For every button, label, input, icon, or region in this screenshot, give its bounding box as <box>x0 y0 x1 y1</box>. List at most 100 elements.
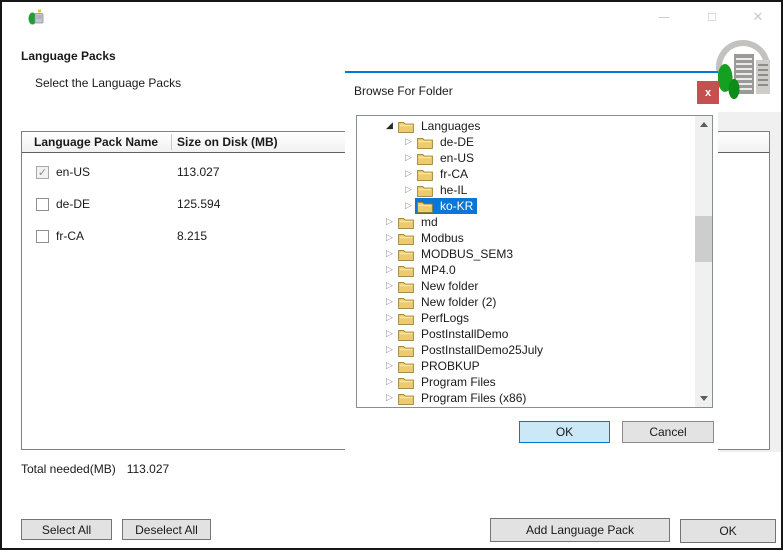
tree-item-he-IL[interactable]: ▷he-IL <box>357 182 712 198</box>
tree-node[interactable]: md <box>396 214 442 230</box>
select-all-button[interactable]: Select All <box>21 519 112 540</box>
folder-icon <box>396 360 421 373</box>
tree-item-MP4.0[interactable]: ▷MP4.0 <box>357 262 712 278</box>
tree-node[interactable]: he-IL <box>415 182 471 198</box>
expand-closed-icon[interactable]: ▷ <box>383 406 396 408</box>
language-packs-window: — ☐ ✕ Language Packs Select the Language… <box>0 0 783 550</box>
language-checkbox[interactable] <box>36 230 49 243</box>
expand-closed-icon[interactable]: ▷ <box>383 310 396 326</box>
total-needed-label: Total needed(MB) <box>21 462 116 476</box>
maximize-button[interactable]: ☐ <box>700 6 724 28</box>
language-name: fr-CA <box>56 229 84 243</box>
page-title: Language Packs <box>21 49 116 63</box>
dialog-ok-button[interactable]: OK <box>519 421 610 443</box>
scrollbar-up-arrow-icon[interactable] <box>695 116 712 133</box>
tree-node[interactable]: Program Files (x86) <box>396 390 530 406</box>
tree-item-Languages[interactable]: ◢ Languages <box>357 118 712 134</box>
expand-closed-icon[interactable]: ▷ <box>402 134 415 150</box>
expand-closed-icon[interactable]: ▷ <box>383 262 396 278</box>
dialog-cancel-button[interactable]: Cancel <box>622 421 714 443</box>
expand-closed-icon[interactable]: ▷ <box>383 342 396 358</box>
tree-item-md[interactable]: ▷ md <box>357 214 712 230</box>
tree-item-label: Languages <box>421 119 480 133</box>
tree-node[interactable] <box>396 406 425 408</box>
tree-item-PROBKUP[interactable]: ▷PROBKUP <box>357 358 712 374</box>
folder-icon <box>396 232 421 245</box>
expand-closed-icon[interactable]: ▷ <box>402 150 415 166</box>
tree-node[interactable]: ko-KR <box>415 198 477 214</box>
total-needed: Total needed(MB) 113.027 <box>21 462 169 476</box>
tree-item-PerfLogs[interactable]: ▷ PerfLogs <box>357 310 712 326</box>
tree-item-Program Files (x86)[interactable]: ▷Program Files (x86) <box>357 390 712 406</box>
tree-item-de-DE[interactable]: ▷de-DE <box>357 134 712 150</box>
tree-item-label: PostInstallDemo <box>421 327 508 341</box>
tree-item-label: Program Files <box>421 375 496 389</box>
tree-item-label: MODBUS_SEM3 <box>421 247 513 261</box>
expand-closed-icon[interactable]: ▷ <box>383 390 396 406</box>
expand-closed-icon[interactable]: ▷ <box>383 358 396 374</box>
folder-icon <box>396 120 421 133</box>
folder-icon <box>396 296 421 309</box>
tree-node[interactable]: Program Files <box>396 374 500 390</box>
tree-node[interactable]: MP4.0 <box>396 262 460 278</box>
tree-node[interactable]: Languages <box>396 118 484 134</box>
expand-closed-icon[interactable]: ▷ <box>383 230 396 246</box>
folder-icon <box>415 200 440 213</box>
tree-node[interactable]: PostInstallDemo <box>396 326 512 342</box>
tree-item-label: New folder <box>421 279 478 293</box>
dialog-close-button[interactable]: x <box>697 81 719 104</box>
tree-item[interactable]: ▷ <box>357 406 712 408</box>
folder-tree-content: ◢Languages▷de-DE▷en-US▷fr-CA▷he-IL▷ko-KR… <box>357 116 712 408</box>
deselect-all-button[interactable]: Deselect All <box>122 519 211 540</box>
expand-closed-icon[interactable]: ▷ <box>383 214 396 230</box>
expand-closed-icon[interactable]: ▷ <box>402 182 415 198</box>
scrollbar-thumb[interactable] <box>695 216 712 262</box>
folder-icon <box>415 184 440 197</box>
tree-item-ko-KR[interactable]: ▷ko-KR <box>357 198 712 214</box>
tree-node[interactable]: fr-CA <box>415 166 472 182</box>
expand-closed-icon[interactable]: ▷ <box>383 374 396 390</box>
tree-node[interactable]: Modbus <box>396 230 468 246</box>
expand-closed-icon[interactable]: ▷ <box>383 246 396 262</box>
tree-item-label: md <box>421 215 438 229</box>
expand-closed-icon[interactable]: ▷ <box>383 326 396 342</box>
tree-node[interactable]: de-DE <box>415 134 478 150</box>
minimize-button[interactable]: — <box>652 6 676 28</box>
folder-tree: ◢Languages▷de-DE▷en-US▷fr-CA▷he-IL▷ko-KR… <box>356 115 713 408</box>
tree-scrollbar[interactable] <box>695 116 712 407</box>
tree-node[interactable]: New folder <box>396 278 482 294</box>
tree-node[interactable]: PostInstallDemo25July <box>396 342 547 358</box>
tree-item-Program Files[interactable]: ▷ Program Files <box>357 374 712 390</box>
tree-item-label: PerfLogs <box>421 311 469 325</box>
ok-button[interactable]: OK <box>680 519 776 543</box>
tree-item-PostInstallDemo[interactable]: ▷ PostInstallDemo <box>357 326 712 342</box>
add-language-pack-button[interactable]: Add Language Pack <box>490 518 670 542</box>
language-checkbox[interactable] <box>36 198 49 211</box>
app-icon <box>28 9 44 25</box>
column-header-size[interactable]: Size on Disk (MB) <box>177 135 278 149</box>
folder-icon <box>415 136 440 149</box>
expand-closed-icon[interactable]: ▷ <box>383 278 396 294</box>
tree-item-fr-CA[interactable]: ▷fr-CA <box>357 166 712 182</box>
folder-icon <box>396 376 421 389</box>
expand-closed-icon[interactable]: ▷ <box>402 166 415 182</box>
expand-closed-icon[interactable]: ▷ <box>402 198 415 214</box>
tree-item-en-US[interactable]: ▷en-US <box>357 150 712 166</box>
column-header-name[interactable]: Language Pack Name <box>34 135 158 149</box>
tree-item-New folder[interactable]: ▷ New folder <box>357 278 712 294</box>
tree-item-Modbus[interactable]: ▷Modbus <box>357 230 712 246</box>
scrollbar-down-arrow-icon[interactable] <box>695 390 712 407</box>
tree-node[interactable]: en-US <box>415 150 478 166</box>
tree-node[interactable]: New folder (2) <box>396 294 500 310</box>
expand-open-icon[interactable]: ◢ <box>383 118 396 134</box>
expand-closed-icon[interactable]: ▷ <box>383 294 396 310</box>
tree-node[interactable]: MODBUS_SEM3 <box>396 246 517 262</box>
language-checkbox[interactable]: ✓ <box>36 166 49 179</box>
tree-item-PostInstallDemo25July[interactable]: ▷PostInstallDemo25July <box>357 342 712 358</box>
close-button[interactable]: ✕ <box>746 6 770 28</box>
tree-node[interactable]: PerfLogs <box>396 310 473 326</box>
language-name: de-DE <box>56 197 90 211</box>
tree-node[interactable]: PROBKUP <box>396 358 484 374</box>
tree-item-New folder (2)[interactable]: ▷New folder (2) <box>357 294 712 310</box>
tree-item-MODBUS_SEM3[interactable]: ▷ MODBUS_SEM3 <box>357 246 712 262</box>
